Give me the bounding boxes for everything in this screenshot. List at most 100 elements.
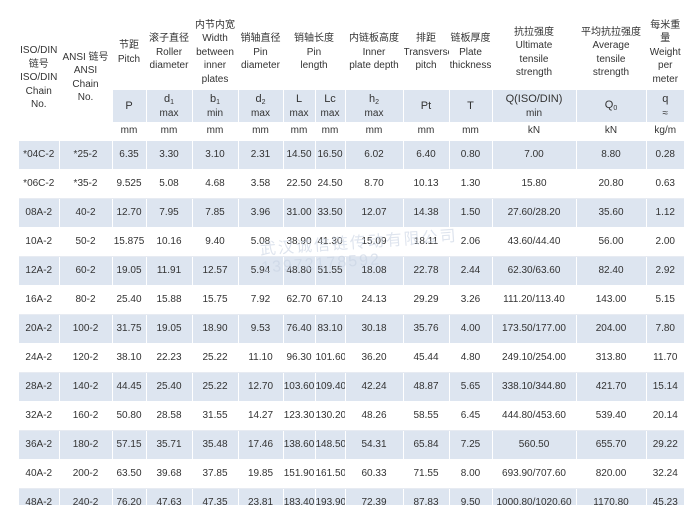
cell-ansi: 160-2 — [59, 401, 113, 431]
cell-pin_Lc: 51.55 — [315, 256, 346, 286]
symbol-thickness: T — [449, 90, 493, 122]
cell-roller: 19.05 — [146, 314, 193, 344]
cell-avg: 1170.80 — [576, 488, 647, 505]
cell-pin_dia: 12.70 — [238, 372, 284, 402]
cell-transverse: 71.55 — [403, 459, 450, 489]
table-row: *06C-2 *35-2 9.525 5.08 4.68 3.58 22.50 24.50 8.… — [19, 169, 684, 199]
cell-pin_dia: 5.94 — [238, 256, 284, 286]
cell-pitch: 76.20 — [112, 488, 147, 505]
cell-roller: 11.91 — [146, 256, 193, 286]
cell-iso: *04C-2 — [19, 140, 60, 170]
cell-uts: 338.10/344.80 — [492, 372, 577, 402]
cell-transverse: 10.13 — [403, 169, 450, 199]
unit-roller: mm — [146, 122, 193, 141]
cell-thickness: 4.00 — [449, 314, 493, 344]
cell-ansi: 240-2 — [59, 488, 113, 505]
cell-thickness: 6.45 — [449, 401, 493, 431]
cell-inner_width: 9.40 — [192, 227, 239, 257]
unit-weight: kg/m — [646, 122, 684, 141]
cell-ansi: *35-2 — [59, 169, 113, 199]
cell-uts: 43.60/44.40 — [492, 227, 577, 257]
cell-pin_L: 183.40 — [283, 488, 316, 505]
symbol-uts: Q(ISO/DIN) min — [492, 90, 577, 122]
cell-iso: 48A-2 — [19, 488, 60, 505]
cell-weight: 0.63 — [646, 169, 684, 199]
cell-thickness: 1.50 — [449, 198, 493, 228]
cell-inner_width: 37.85 — [192, 459, 239, 489]
table-row: 36A-2 180-2 57.15 35.71 35.48 17.46 138.60 148.… — [19, 430, 684, 460]
table-row: 28A-2 140-2 44.45 25.40 25.22 12.70 103.60 109.… — [19, 372, 684, 402]
cell-thickness: 3.26 — [449, 285, 493, 315]
cell-thickness: 2.06 — [449, 227, 493, 257]
symbol-weight: q ≈ — [646, 90, 684, 122]
header-ansi: ANSI 链号 ANSI Chain No. — [59, 15, 113, 141]
cell-iso: *06C-2 — [19, 169, 60, 199]
cell-plate_depth: 48.26 — [345, 401, 404, 431]
cell-weight: 20.14 — [646, 401, 684, 431]
unit-pin_Lc: mm — [315, 122, 346, 141]
cell-transverse: 29.29 — [403, 285, 450, 315]
table-row: 32A-2 160-2 50.80 28.58 31.55 14.27 123.30 130.… — [19, 401, 684, 431]
cell-ansi: *25-2 — [59, 140, 113, 170]
cell-ansi: 40-2 — [59, 198, 113, 228]
cell-plate_depth: 12.07 — [345, 198, 404, 228]
cell-inner_width: 15.75 — [192, 285, 239, 315]
header-inner_width: 内节内宽 Width between inner plates — [192, 15, 239, 90]
cell-ansi: 50-2 — [59, 227, 113, 257]
cell-roller: 22.23 — [146, 343, 193, 373]
cell-transverse: 6.40 — [403, 140, 450, 170]
unit-uts: kN — [492, 122, 577, 141]
cell-avg: 820.00 — [576, 459, 647, 489]
cell-uts: 1000.80/1020.60 — [492, 488, 577, 505]
symbol-plate_depth: h2 max — [345, 90, 404, 122]
cell-plate_depth: 54.31 — [345, 430, 404, 460]
symbol-pin_L: Lmax — [283, 90, 316, 122]
cell-roller: 25.40 — [146, 372, 193, 402]
cell-plate_depth: 72.39 — [345, 488, 404, 505]
cell-plate_depth: 6.02 — [345, 140, 404, 170]
table-row: 12A-2 60-2 19.05 11.91 12.57 5.94 48.80 51.55 18… — [19, 256, 684, 286]
cell-pin_dia: 5.08 — [238, 227, 284, 257]
cell-pin_dia: 11.10 — [238, 343, 284, 373]
table-row: *04C-2 *25-2 6.35 3.30 3.10 2.31 14.50 16.50 6.0… — [19, 140, 684, 170]
cell-weight: 2.00 — [646, 227, 684, 257]
cell-pin_L: 38.90 — [283, 227, 316, 257]
cell-inner_width: 4.68 — [192, 169, 239, 199]
cell-iso: 32A-2 — [19, 401, 60, 431]
cell-avg: 20.80 — [576, 169, 647, 199]
symbol-inner_width: b1 min — [192, 90, 239, 122]
cell-iso: 24A-2 — [19, 343, 60, 373]
cell-avg: 421.70 — [576, 372, 647, 402]
cell-plate_depth: 24.13 — [345, 285, 404, 315]
cell-inner_width: 3.10 — [192, 140, 239, 170]
unit-inner_width: mm — [192, 122, 239, 141]
cell-pin_L: 31.00 — [283, 198, 316, 228]
cell-pin_Lc: 16.50 — [315, 140, 346, 170]
cell-pin_L: 151.90 — [283, 459, 316, 489]
cell-pin_Lc: 41.30 — [315, 227, 346, 257]
cell-pin_dia: 19.85 — [238, 459, 284, 489]
cell-weight: 7.80 — [646, 314, 684, 344]
cell-weight: 5.15 — [646, 285, 684, 315]
cell-uts: 15.80 — [492, 169, 577, 199]
cell-plate_depth: 60.33 — [345, 459, 404, 489]
cell-uts: 693.90/707.60 — [492, 459, 577, 489]
cell-thickness: 7.25 — [449, 430, 493, 460]
cell-uts: 62.30/63.60 — [492, 256, 577, 286]
cell-uts: 173.50/177.00 — [492, 314, 577, 344]
cell-roller: 39.68 — [146, 459, 193, 489]
cell-inner_width: 31.55 — [192, 401, 239, 431]
cell-weight: 11.70 — [646, 343, 684, 373]
cell-inner_width: 25.22 — [192, 343, 239, 373]
cell-avg: 539.40 — [576, 401, 647, 431]
cell-iso: 28A-2 — [19, 372, 60, 402]
cell-avg: 143.00 — [576, 285, 647, 315]
cell-pin_L: 14.50 — [283, 140, 316, 170]
cell-pitch: 44.45 — [112, 372, 147, 402]
cell-ansi: 60-2 — [59, 256, 113, 286]
cell-weight: 0.28 — [646, 140, 684, 170]
cell-pin_Lc: 67.10 — [315, 285, 346, 315]
cell-inner_width: 18.90 — [192, 314, 239, 344]
symbol-pin_dia: d2 max — [238, 90, 284, 122]
cell-pitch: 31.75 — [112, 314, 147, 344]
